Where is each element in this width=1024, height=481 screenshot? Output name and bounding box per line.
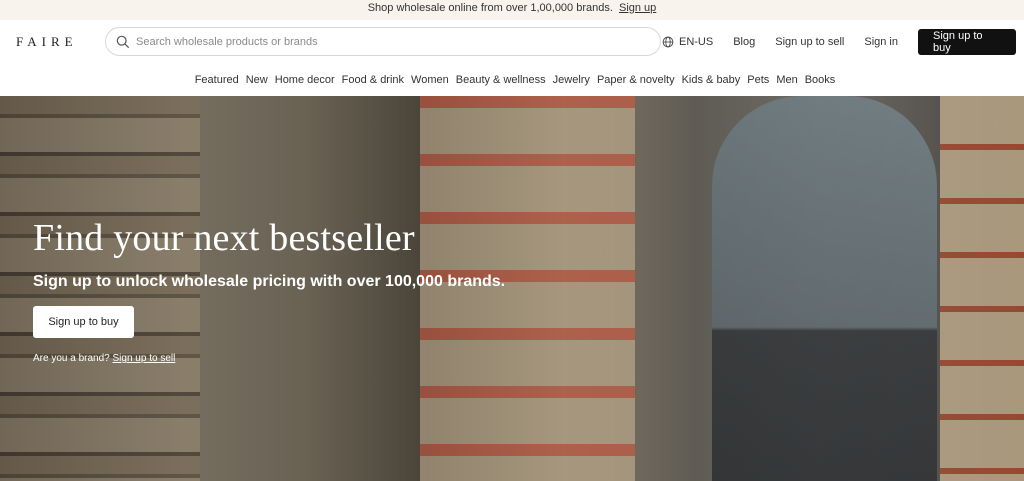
hero-sign-up-button[interactable]: Sign up to buy — [33, 306, 134, 338]
sign-in-link[interactable]: Sign in — [864, 36, 898, 48]
nav-item-food-drink[interactable]: Food & drink — [342, 74, 404, 86]
hero-content: Find your next bestseller Sign up to unl… — [33, 216, 505, 364]
hero-sign-up-to-sell-link[interactable]: Sign up to sell — [113, 353, 176, 364]
nav-item-kids-baby[interactable]: Kids & baby — [682, 74, 741, 86]
language-label: EN-US — [678, 36, 714, 48]
nav-item-pets[interactable]: Pets — [747, 74, 769, 86]
search-input[interactable] — [136, 35, 636, 48]
sign-up-to-buy-button[interactable]: Sign up to buy — [918, 29, 1016, 55]
promo-banner: Shop wholesale online from over 1,00,000… — [0, 0, 1024, 20]
blog-link[interactable]: Blog — [733, 36, 755, 48]
nav-item-jewelry[interactable]: Jewelry — [553, 74, 590, 86]
hero-subtitle: Sign up to unlock wholesale pricing with… — [33, 273, 506, 290]
search-icon — [116, 35, 130, 48]
search-bar[interactable] — [105, 27, 661, 56]
nav-item-men[interactable]: Men — [776, 74, 797, 86]
sign-up-to-sell-link[interactable]: Sign up to sell — [775, 36, 844, 48]
nav-item-home-decor[interactable]: Home decor — [275, 74, 335, 86]
hero-brand-prompt: Are you a brand? Sign up to sell — [33, 353, 505, 364]
hero-banner: Find your next bestseller Sign up to unl… — [0, 96, 1024, 481]
header: FAIRE EN-US Blog Sign up to sell Sign in… — [0, 20, 1024, 64]
category-nav: Featured New Home decor Food & drink Wom… — [0, 64, 1024, 96]
nav-item-featured[interactable]: Featured — [195, 74, 239, 86]
nav-item-beauty-wellness[interactable]: Beauty & wellness — [456, 74, 546, 86]
brand-question: Are you a brand? — [33, 353, 110, 364]
header-actions: EN-US Blog Sign up to sell Sign in Sign … — [662, 29, 1016, 55]
nav-item-new[interactable]: New — [246, 74, 268, 86]
nav-item-paper-novelty[interactable]: Paper & novelty — [597, 74, 675, 86]
language-selector[interactable]: EN-US — [662, 36, 713, 48]
nav-item-women[interactable]: Women — [411, 74, 449, 86]
hero-title: Find your next bestseller — [33, 217, 415, 259]
nav-item-books[interactable]: Books — [805, 74, 836, 86]
logo[interactable]: FAIRE — [16, 34, 106, 50]
promo-signup-link[interactable]: Sign up — [619, 2, 656, 14]
globe-icon — [662, 36, 674, 48]
promo-text: Shop wholesale online from over 1,00,000… — [367, 2, 613, 14]
